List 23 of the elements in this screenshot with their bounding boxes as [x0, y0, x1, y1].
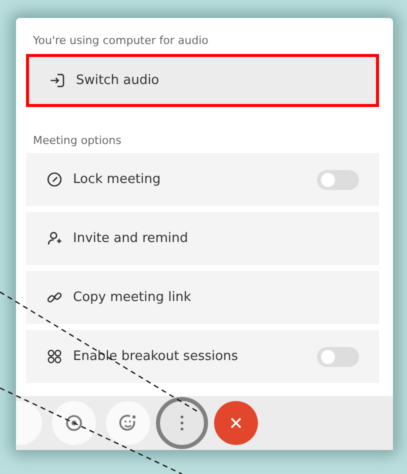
record-button[interactable] [52, 401, 96, 445]
menu-item-label: Lock meeting [73, 172, 162, 187]
toggle-switch[interactable] [317, 170, 359, 190]
menu-item[interactable]: Lock meeting [26, 153, 379, 206]
person-add-icon [46, 230, 63, 247]
more-icon [179, 413, 185, 433]
menu-item-label: Enable breakout sessions [73, 349, 240, 364]
menu-item[interactable]: Copy meeting link [26, 271, 379, 324]
toggle-switch[interactable] [317, 346, 359, 366]
menu-item-label: Copy meeting link [73, 290, 192, 305]
section-caption: Meeting options [33, 134, 122, 147]
section-caption: You're using computer for audio [33, 34, 210, 47]
breakout-icon [46, 348, 63, 365]
record-icon [64, 413, 84, 433]
menu-item-label: Invite and remind [73, 231, 190, 246]
menu-item[interactable]: Enable breakout sessions [26, 330, 379, 383]
reaction-button[interactable] [106, 401, 150, 445]
end-call-button[interactable] [214, 401, 258, 445]
sign-in-icon [49, 72, 66, 89]
menu-item[interactable]: Invite and remind [26, 212, 379, 265]
smiley-icon [118, 413, 138, 433]
compass-icon [46, 171, 63, 188]
switch-audio-button[interactable]: Switch audio [26, 54, 379, 107]
